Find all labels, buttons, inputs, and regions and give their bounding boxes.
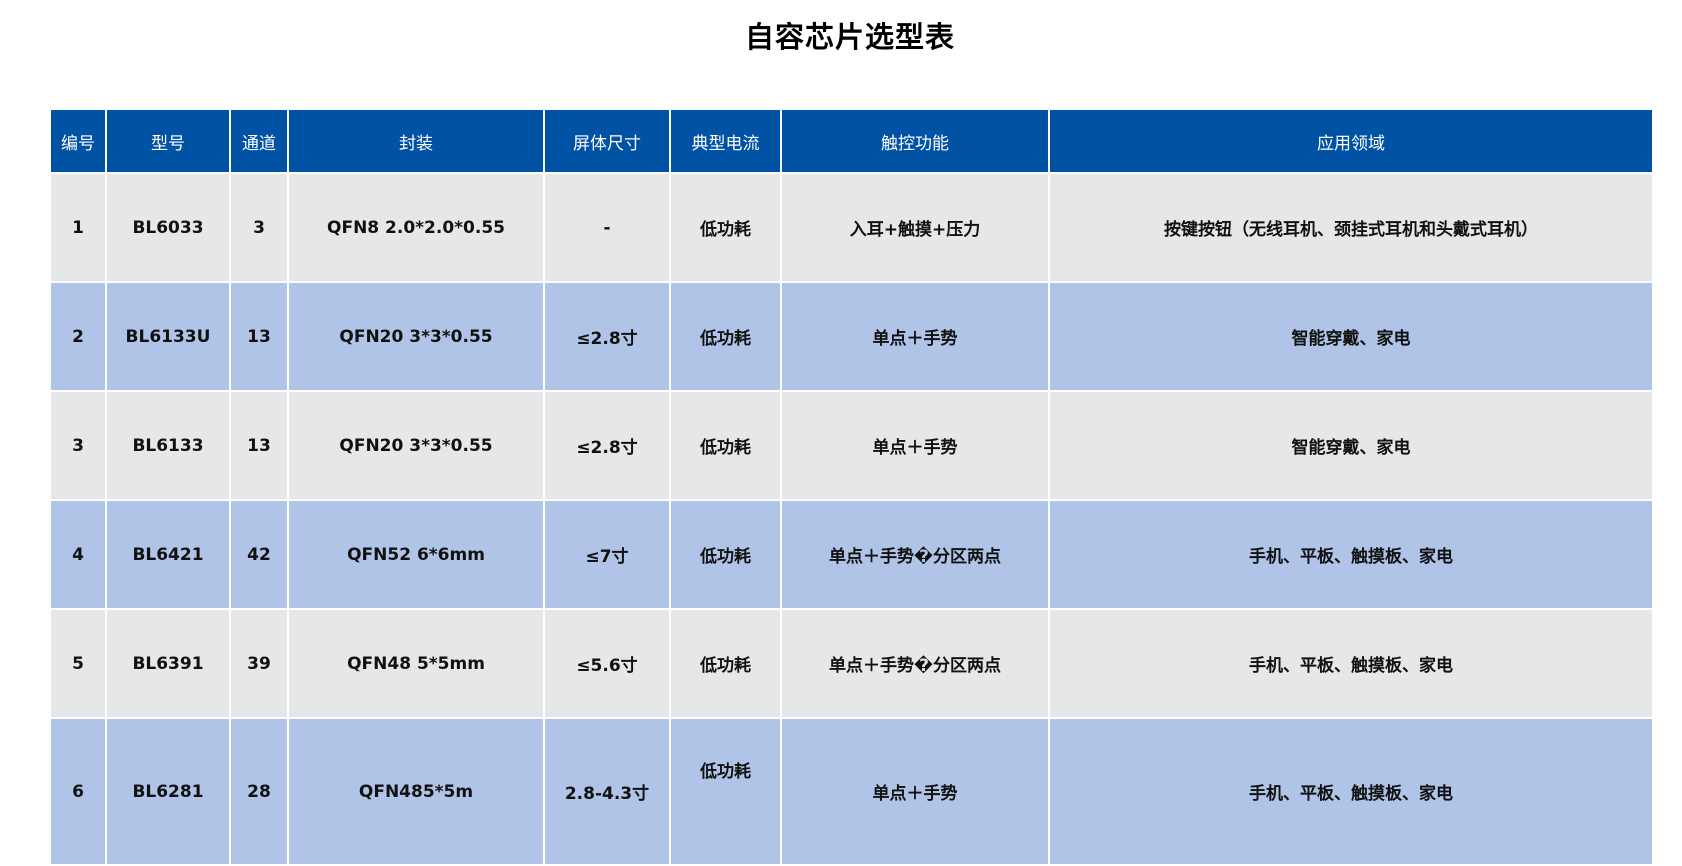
table-row: 2 BL6133U 13 QFN20 3*3*0.55 ≤2.8寸 低功耗 单点…	[49, 281, 1654, 392]
cell-typical-current: 低功耗	[669, 281, 782, 392]
cell-package: QFN485*5m	[287, 717, 545, 866]
header-model: 型号	[105, 108, 231, 174]
cell-touch-function: 单点＋手势�分区两点	[780, 608, 1050, 719]
cell-number: 5	[49, 608, 107, 719]
cell-touch-function: 入耳+触摸+压力	[780, 172, 1050, 283]
table-row: 6 BL6281 28 QFN485*5m 2.8-4.3寸 低功耗 单点＋手势…	[49, 717, 1654, 866]
cell-application: 手机、平板、触摸板、家电	[1048, 499, 1654, 610]
header-touch-function: 触控功能	[780, 108, 1050, 174]
cell-typical-current: 低功耗	[669, 608, 782, 719]
cell-channels: 42	[229, 499, 289, 610]
cell-screen-size: ≤2.8寸	[543, 390, 671, 501]
cell-channels: 13	[229, 281, 289, 392]
cell-touch-function: 单点＋手势	[780, 281, 1050, 392]
cell-model: BL6281	[105, 717, 231, 866]
cell-model: BL6391	[105, 608, 231, 719]
cell-number: 6	[49, 717, 107, 866]
cell-number: 4	[49, 499, 107, 610]
cell-package: QFN8 2.0*2.0*0.55	[287, 172, 545, 283]
cell-model: BL6033	[105, 172, 231, 283]
cell-model: BL6421	[105, 499, 231, 610]
cell-package: QFN52 6*6mm	[287, 499, 545, 610]
cell-channels: 13	[229, 390, 289, 501]
cell-screen-size: -	[543, 172, 671, 283]
table-row: 4 BL6421 42 QFN52 6*6mm ≤7寸 低功耗 单点＋手势�分区…	[49, 499, 1654, 610]
cell-typical-current: 低功耗	[669, 390, 782, 501]
cell-package: QFN48 5*5mm	[287, 608, 545, 719]
cell-package: QFN20 3*3*0.55	[287, 281, 545, 392]
cell-application: 手机、平板、触摸板、家电	[1048, 608, 1654, 719]
cell-application: 智能穿戴、家电	[1048, 390, 1654, 501]
table-row: 1 BL6033 3 QFN8 2.0*2.0*0.55 - 低功耗 入耳+触摸…	[49, 172, 1654, 283]
cell-channels: 3	[229, 172, 289, 283]
cell-model: BL6133	[105, 390, 231, 501]
table-header-row: 编号 型号 通道 封装 屏体尺寸 典型电流 触控功能 应用领域	[49, 108, 1654, 174]
cell-screen-size: ≤5.6寸	[543, 608, 671, 719]
cell-typical-current: 低功耗	[669, 172, 782, 283]
cell-touch-function: 单点＋手势	[780, 717, 1050, 866]
cell-channels: 28	[229, 717, 289, 866]
header-package: 封装	[287, 108, 545, 174]
cell-application: 手机、平板、触摸板、家电	[1048, 717, 1654, 866]
cell-typical-current: 低功耗	[669, 499, 782, 610]
cell-channels: 39	[229, 608, 289, 719]
cell-touch-function: 单点＋手势�分区两点	[780, 499, 1050, 610]
header-channels: 通道	[229, 108, 289, 174]
cell-screen-size: ≤2.8寸	[543, 281, 671, 392]
header-screen-size: 屏体尺寸	[543, 108, 671, 174]
header-application: 应用领域	[1048, 108, 1654, 174]
cell-application: 智能穿戴、家电	[1048, 281, 1654, 392]
cell-model: BL6133U	[105, 281, 231, 392]
header-typical-current: 典型电流	[669, 108, 782, 174]
cell-number: 1	[49, 172, 107, 283]
cell-application: 按键按钮（无线耳机、颈挂式耳机和头戴式耳机）	[1048, 172, 1654, 283]
cell-number: 2	[49, 281, 107, 392]
page-title: 自容芯片选型表	[744, 20, 955, 54]
chip-selection-table: 编号 型号 通道 封装 屏体尺寸 典型电流 触控功能 应用领域 1 BL6033…	[49, 108, 1654, 866]
header-number: 编号	[49, 108, 107, 174]
cell-number: 3	[49, 390, 107, 501]
table-row: 5 BL6391 39 QFN48 5*5mm ≤5.6寸 低功耗 单点＋手势�…	[49, 608, 1654, 719]
cell-screen-size: ≤7寸	[543, 499, 671, 610]
cell-typical-current: 低功耗	[669, 717, 782, 866]
cell-touch-function: 单点＋手势	[780, 390, 1050, 501]
table-row: 3 BL6133 13 QFN20 3*3*0.55 ≤2.8寸 低功耗 单点＋…	[49, 390, 1654, 501]
cell-package: QFN20 3*3*0.55	[287, 390, 545, 501]
cell-screen-size: 2.8-4.3寸	[543, 717, 671, 866]
